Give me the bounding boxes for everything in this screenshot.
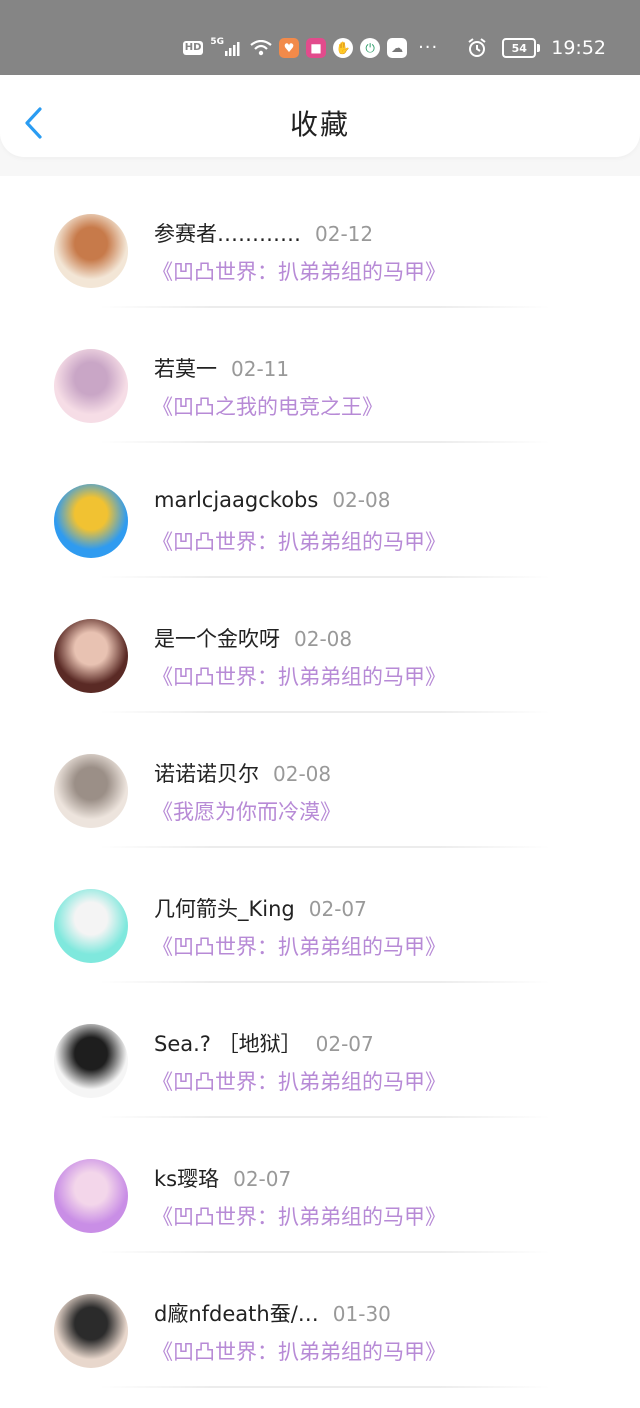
divider bbox=[100, 711, 550, 713]
divider bbox=[100, 306, 550, 308]
item-name: 参赛者………… 02-12 bbox=[154, 218, 373, 248]
divider bbox=[100, 576, 550, 578]
item-date: 02-08 bbox=[332, 488, 391, 512]
divider bbox=[100, 441, 550, 443]
book-title-link[interactable]: 《凹凸世界：扒弟弟组的马甲》 bbox=[152, 661, 446, 691]
book-title-link[interactable]: 《我愿为你而冷漠》 bbox=[152, 796, 341, 826]
list-item[interactable]: d廠nfdeath蚕/… 01-30 《凹凸世界：扒弟弟组的马甲》 bbox=[0, 1256, 640, 1391]
list-item[interactable]: 是一个金吹呀 02-08 《凹凸世界：扒弟弟组的马甲》 bbox=[0, 581, 640, 716]
book-title-link[interactable]: 《凹凸之我的电竞之王》 bbox=[152, 391, 383, 421]
cloud-app-icon: ☁ bbox=[387, 38, 408, 58]
item-name: 若莫一 02-11 bbox=[154, 353, 289, 383]
status-bar: HD 5G ♥ ■ ✋ ⏻ ☁ ··· 54 19:52 bbox=[0, 0, 640, 75]
avatar[interactable] bbox=[54, 754, 128, 828]
book-title-link[interactable]: 《凹凸世界：扒弟弟组的马甲》 bbox=[152, 256, 446, 286]
item-name: marlcjaagckobs 02-08 bbox=[154, 488, 390, 512]
clock: 19:52 bbox=[551, 37, 606, 59]
alarm-icon bbox=[468, 38, 486, 57]
more-dots-icon: ··· bbox=[418, 37, 439, 58]
user-name: 参赛者………… bbox=[154, 222, 301, 246]
book-title-link[interactable]: 《凹凸世界：扒弟弟组的马甲》 bbox=[152, 1336, 446, 1366]
divider bbox=[100, 981, 550, 983]
item-date: 02-11 bbox=[231, 357, 290, 381]
nav-header: 收藏 bbox=[0, 75, 640, 157]
wifi-icon bbox=[250, 40, 272, 56]
item-date: 02-08 bbox=[294, 627, 353, 651]
app-icon: ■ bbox=[306, 38, 327, 58]
user-name: 诺诺诺贝尔 bbox=[154, 762, 259, 786]
item-name: 诺诺诺贝尔 02-08 bbox=[154, 758, 331, 788]
item-name: d廠nfdeath蚕/… 01-30 bbox=[154, 1298, 391, 1328]
page-title: 收藏 bbox=[289, 108, 350, 141]
user-name: d廠nfdeath蚕/… bbox=[154, 1302, 319, 1326]
status-icons: HD 5G ♥ ■ ✋ ⏻ ☁ ··· 54 19:52 bbox=[182, 34, 606, 62]
avatar[interactable] bbox=[54, 889, 128, 963]
power-app-icon: ⏻ bbox=[360, 38, 381, 58]
avatar[interactable] bbox=[54, 1294, 128, 1368]
avatar[interactable] bbox=[54, 1024, 128, 1098]
list-item[interactable]: 参赛者………… 02-12 《凹凸世界：扒弟弟组的马甲》 bbox=[0, 176, 640, 311]
user-name: Sea.? ［地狱］ bbox=[154, 1032, 302, 1056]
health-app-icon: ♥ bbox=[279, 38, 300, 58]
item-name: 是一个金吹呀 02-08 bbox=[154, 623, 352, 653]
favorites-list: 参赛者………… 02-12 《凹凸世界：扒弟弟组的马甲》 若莫一 02-11 《凹凸之我的… bbox=[0, 176, 640, 1408]
list-item[interactable]: ks璎珞 02-07 《凹凸世界：扒弟弟组的马甲》 bbox=[0, 1121, 640, 1256]
book-title-link[interactable]: 《凹凸世界：扒弟弟组的马甲》 bbox=[152, 1066, 446, 1096]
hand-icon: ✋ bbox=[333, 38, 354, 58]
item-date: 02-07 bbox=[308, 897, 367, 921]
user-name: ks璎珞 bbox=[154, 1167, 220, 1191]
list-item[interactable]: marlcjaagckobs 02-08 《凹凸世界：扒弟弟组的马甲》 bbox=[0, 446, 640, 581]
item-name: ks璎珞 02-07 bbox=[154, 1163, 291, 1193]
avatar[interactable] bbox=[54, 349, 128, 423]
user-name: marlcjaagckobs bbox=[154, 488, 319, 512]
user-name: 几何箭头_King bbox=[154, 897, 295, 921]
item-date: 02-07 bbox=[233, 1167, 292, 1191]
book-title-link[interactable]: 《凹凸世界：扒弟弟组的马甲》 bbox=[152, 1201, 446, 1231]
item-date: 02-08 bbox=[273, 762, 332, 786]
divider bbox=[100, 846, 550, 848]
book-title-link[interactable]: 《凹凸世界：扒弟弟组的马甲》 bbox=[152, 526, 446, 556]
avatar[interactable] bbox=[54, 484, 128, 558]
user-name: 是一个金吹呀 bbox=[154, 627, 280, 651]
user-name: 若莫一 bbox=[154, 357, 217, 381]
avatar[interactable] bbox=[54, 214, 128, 288]
item-date: 02-07 bbox=[315, 1032, 374, 1056]
divider bbox=[100, 1116, 550, 1118]
list-item[interactable]: 若莫一 02-11 《凹凸之我的电竞之王》 bbox=[0, 311, 640, 446]
book-title-link[interactable]: 《凹凸世界：扒弟弟组的马甲》 bbox=[152, 931, 446, 961]
item-date: 02-12 bbox=[315, 222, 374, 246]
item-name: 几何箭头_King 02-07 bbox=[154, 893, 367, 923]
battery-indicator: 54 bbox=[502, 38, 541, 58]
divider bbox=[100, 1386, 550, 1388]
list-item[interactable]: 几何箭头_King 02-07 《凹凸世界：扒弟弟组的马甲》 bbox=[0, 851, 640, 986]
signal-icon bbox=[225, 42, 240, 56]
list-item[interactable]: 诺诺诺贝尔 02-08 《我愿为你而冷漠》 bbox=[0, 716, 640, 851]
network-type: 5G bbox=[210, 37, 225, 47]
list-item[interactable]: Sea.? ［地狱］ 02-07 《凹凸世界：扒弟弟组的马甲》 bbox=[0, 986, 640, 1121]
avatar[interactable] bbox=[54, 619, 128, 693]
hd-badge: HD bbox=[182, 41, 204, 55]
item-date: 01-30 bbox=[332, 1302, 391, 1326]
avatar[interactable] bbox=[54, 1159, 128, 1233]
divider bbox=[100, 1251, 550, 1253]
item-name: Sea.? ［地狱］ 02-07 bbox=[154, 1028, 374, 1058]
